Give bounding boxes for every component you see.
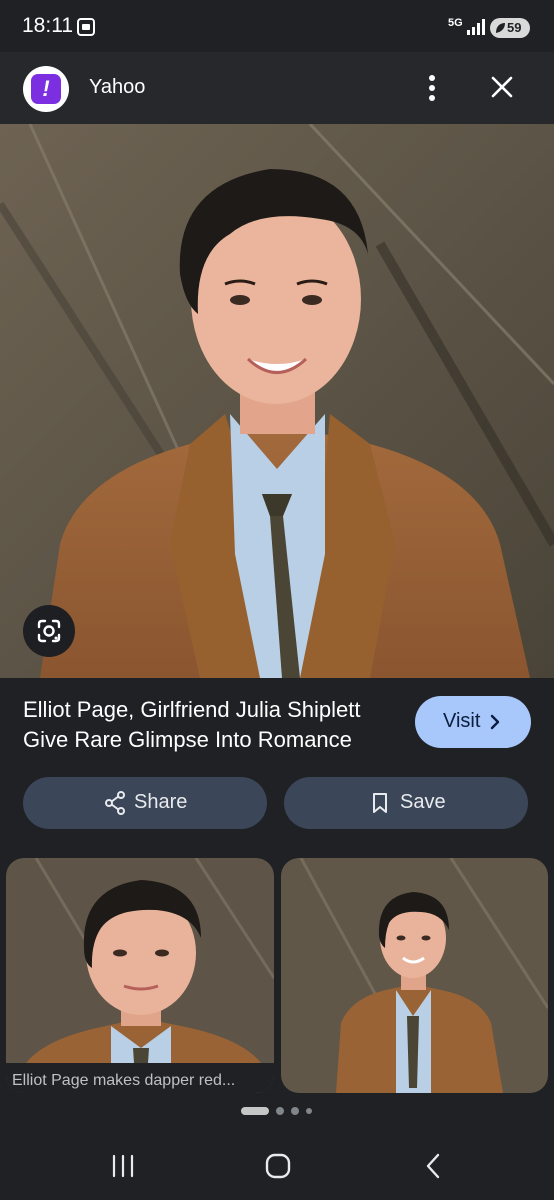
system-nav-bar [0,1130,554,1200]
share-icon [104,791,126,820]
pager-dot [291,1107,299,1115]
home-icon[interactable] [265,1153,291,1184]
signal-icon [466,18,486,41]
lens-icon [36,618,62,649]
yahoo-logo-tile: ! [31,74,61,104]
save-label: Save [400,791,446,813]
pager-dot [306,1108,312,1114]
save-button[interactable]: Save [284,777,528,829]
related-image-2[interactable] [281,858,548,1093]
pager-dot-active [241,1107,269,1115]
battery-level: 59 [507,20,522,35]
recent-apps-icon[interactable] [111,1154,135,1183]
yahoo-favicon: ! [23,66,69,112]
viewer-header: ! Yahoo [0,52,554,124]
battery-icon: 59 [490,18,530,38]
close-icon[interactable] [489,74,515,105]
pager-dot [276,1107,284,1115]
result-title[interactable]: Elliot Page, Girlfriend Julia Shiplett G… [23,695,398,755]
more-vert-icon[interactable] [422,74,442,107]
back-icon[interactable] [424,1153,442,1184]
visit-button[interactable]: Visit [415,696,531,748]
main-image[interactable] [0,124,554,678]
share-label: Share [134,791,188,813]
google-lens-button[interactable] [23,605,75,657]
bookmark-icon [372,792,388,819]
screenshot-icon [76,16,96,43]
yahoo-logo-glyph: ! [42,76,50,101]
related-image-1[interactable]: Elliot Page makes dapper red... [6,858,274,1093]
status-bar: 18:11 5G 59 [0,0,554,52]
visit-label: Visit [443,710,481,732]
status-time: 18:11 [22,14,73,37]
network-type: 5G [448,17,463,29]
site-name: Yahoo [89,76,146,98]
chevron-right-icon [489,713,501,736]
share-button[interactable]: Share [23,777,267,829]
carousel-pager [0,1106,554,1118]
related-caption-1: Elliot Page makes dapper red... [12,1072,236,1089]
